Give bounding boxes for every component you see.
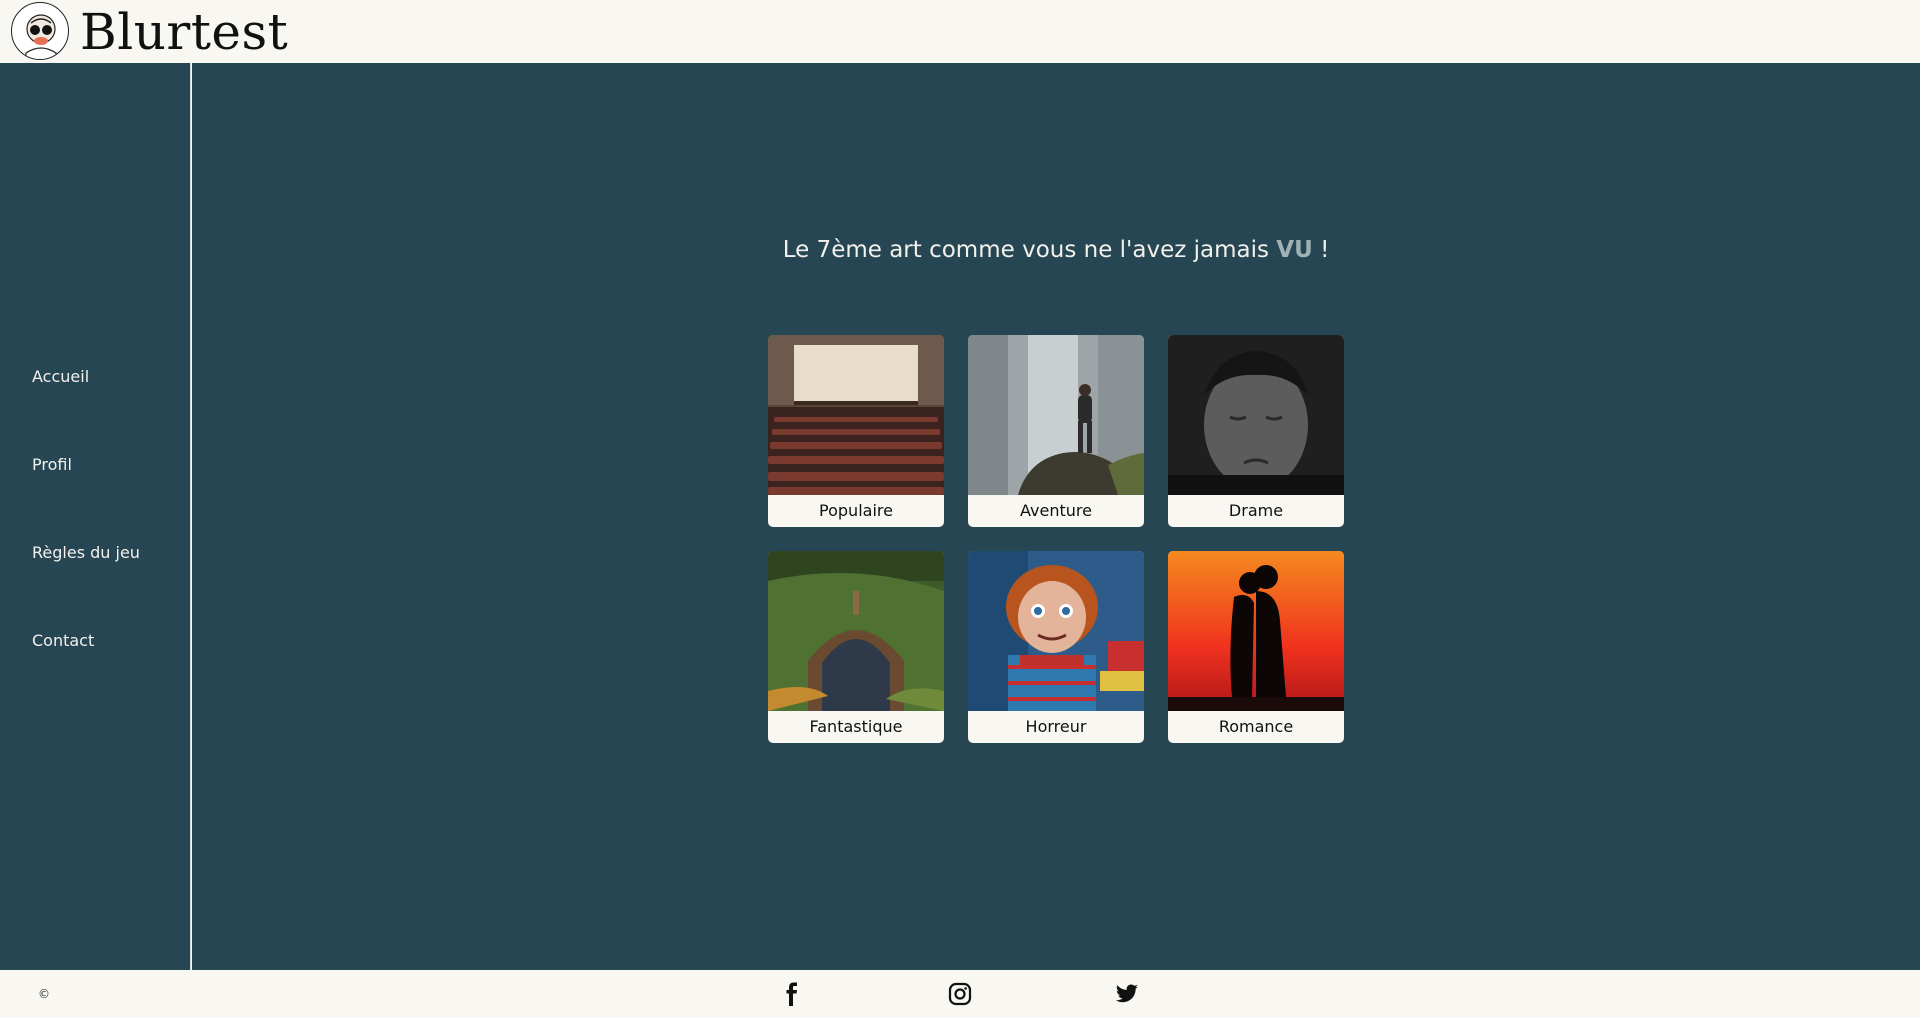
footer: ©	[0, 970, 1920, 1018]
header: Blurtest	[0, 0, 1920, 63]
copyright: ©	[38, 987, 50, 1001]
facebook-icon[interactable]	[780, 982, 804, 1006]
blurred-face-logo-icon[interactable]	[11, 2, 69, 60]
category-card-romance[interactable]: Romance	[1168, 551, 1344, 743]
category-card-fantastique[interactable]: Fantastique	[768, 551, 944, 743]
hiker-on-rock-waterfall-image	[968, 335, 1144, 495]
tagline-accent: VU	[1276, 237, 1313, 263]
twitter-icon[interactable]	[1115, 982, 1139, 1006]
sidebar-item-contact[interactable]: Contact	[32, 631, 94, 650]
brand-name[interactable]: Blurtest	[80, 2, 288, 62]
sidebar-item-regles[interactable]: Règles du jeu	[32, 543, 140, 562]
hobbit-house-image	[768, 551, 944, 711]
category-card-populaire[interactable]: Populaire	[768, 335, 944, 527]
category-card-aventure[interactable]: Aventure	[968, 335, 1144, 527]
instagram-icon[interactable]	[948, 982, 972, 1006]
category-card-drame[interactable]: Drame	[1168, 335, 1344, 527]
main-content: Le 7ème art comme vous ne l'avez jamais …	[192, 63, 1920, 970]
category-label: Romance	[1218, 717, 1294, 736]
category-label: Fantastique	[809, 717, 903, 736]
category-label: Aventure	[1020, 501, 1092, 520]
chucky-doll-image	[968, 551, 1144, 711]
tagline-text: Le 7ème art comme vous ne l'avez jamais	[782, 237, 1277, 263]
sidebar-item-profil[interactable]: Profil	[32, 455, 72, 474]
couple-silhouette-sunset-image	[1168, 551, 1344, 711]
sad-boy-portrait-image	[1168, 335, 1344, 495]
category-label: Horreur	[1025, 717, 1087, 736]
sidebar: Accueil Profil Règles du jeu Contact	[0, 63, 191, 970]
category-label: Populaire	[819, 501, 893, 520]
category-label: Drame	[1228, 501, 1284, 520]
category-card-horreur[interactable]: Horreur	[968, 551, 1144, 743]
tagline-end: !	[1312, 237, 1330, 263]
cinema-theater-image	[768, 335, 944, 495]
page-tagline: Le 7ème art comme vous ne l'avez jamais …	[192, 237, 1920, 263]
sidebar-item-accueil[interactable]: Accueil	[32, 367, 89, 386]
